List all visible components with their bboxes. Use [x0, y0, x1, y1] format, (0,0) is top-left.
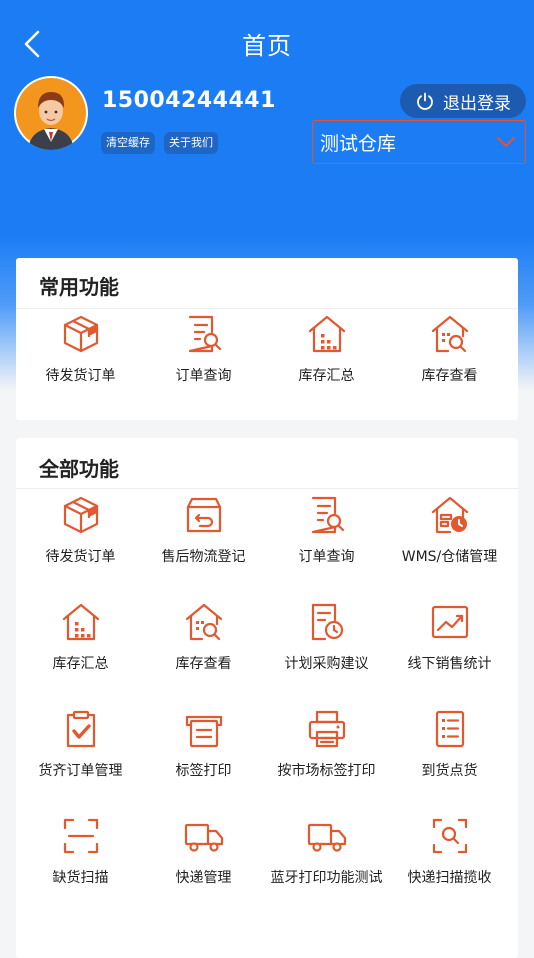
document-clock-icon: [311, 603, 344, 641]
all-function-item[interactable]: 订单查询: [264, 493, 389, 593]
label-printer-icon: [185, 715, 223, 748]
scan-icon: [63, 818, 99, 854]
common-function-item[interactable]: 库存汇总: [264, 312, 389, 412]
nav-bar: 首页: [0, 0, 534, 86]
common-function-item[interactable]: 待发货订单: [18, 312, 143, 412]
all-function-item[interactable]: 库存查看: [141, 600, 266, 700]
checklist-icon: [435, 710, 465, 748]
warehouse-value: 测试仓库: [320, 132, 397, 155]
scan-search-icon: [432, 818, 468, 854]
warehouse-clock-icon: [431, 496, 469, 534]
printer-icon: [308, 710, 346, 748]
all-function-item[interactable]: 按市场标签打印: [264, 707, 389, 807]
page-title: 首页: [242, 32, 292, 60]
return-box-icon: [186, 497, 222, 533]
user-avatar-icon: [16, 78, 86, 150]
warehouse-icon: [62, 603, 100, 641]
all-function-item[interactable]: 线下销售统计: [387, 600, 512, 700]
all-functions-title: 全部功能: [39, 457, 119, 481]
truck-icon: [307, 823, 347, 852]
about-us-button[interactable]: 关于我们: [164, 132, 218, 154]
all-function-item[interactable]: WMS/仓储管理: [387, 493, 512, 593]
all-function-item[interactable]: 标签打印: [141, 707, 266, 807]
all-function-item[interactable]: 库存汇总: [18, 600, 143, 700]
common-function-item[interactable]: 订单查询: [141, 312, 266, 412]
warehouse-search-icon: [185, 603, 223, 641]
all-function-item-label: WMS/仓储管理: [401, 549, 498, 565]
all-function-item[interactable]: 蓝牙打印功能测试: [264, 814, 389, 914]
common-functions-card: 常用功能 待发货订单 订单查询 库存汇总库存查看: [16, 258, 518, 420]
warehouse-search-icon: [431, 315, 469, 353]
logout-button[interactable]: 退出登录: [400, 84, 526, 118]
logout-label: 退出登录: [443, 93, 511, 114]
box-icon: [63, 496, 99, 534]
chevron-down-icon: [497, 137, 515, 147]
warehouse-select[interactable]: 测试仓库: [312, 120, 526, 164]
all-function-item[interactable]: 缺货扫描: [18, 814, 143, 914]
all-function-item[interactable]: 售后物流登记: [141, 493, 266, 593]
clipboard-check-icon: [66, 710, 96, 748]
username: 15004244441: [102, 88, 276, 113]
document-search-icon: [311, 496, 345, 534]
clear-cache-button[interactable]: 清空缓存: [101, 132, 155, 154]
common-functions-title: 常用功能: [39, 275, 119, 299]
all-function-item-label: 快递扫描揽收: [407, 870, 492, 886]
all-function-item[interactable]: 待发货订单: [18, 493, 143, 593]
chart-icon: [431, 605, 469, 639]
all-function-item-label: 到货点货: [421, 763, 478, 779]
all-function-item-label: 线下销售统计: [407, 656, 492, 672]
common-function-item[interactable]: 库存查看: [387, 312, 512, 412]
all-functions-card: 全部功能 待发货订单 售后物流登记 订单查询 WMS/仓储管理库存汇总 库存查看 计划采购…: [16, 438, 518, 958]
common-function-item-label: 库存查看: [421, 368, 478, 384]
truck-icon: [184, 823, 224, 852]
box-icon: [63, 315, 99, 353]
all-function-item[interactable]: 货齐订单管理: [18, 707, 143, 807]
divider: [16, 488, 518, 489]
all-function-item[interactable]: 计划采购建议: [264, 600, 389, 700]
warehouse-icon: [308, 315, 346, 353]
power-icon: [417, 92, 433, 110]
all-function-item[interactable]: 快递管理: [141, 814, 266, 914]
document-search-icon: [188, 315, 222, 353]
all-function-item[interactable]: 快递扫描揽收: [387, 814, 512, 914]
avatar[interactable]: [14, 76, 88, 150]
divider: [16, 308, 518, 309]
all-function-item[interactable]: 到货点货: [387, 707, 512, 807]
